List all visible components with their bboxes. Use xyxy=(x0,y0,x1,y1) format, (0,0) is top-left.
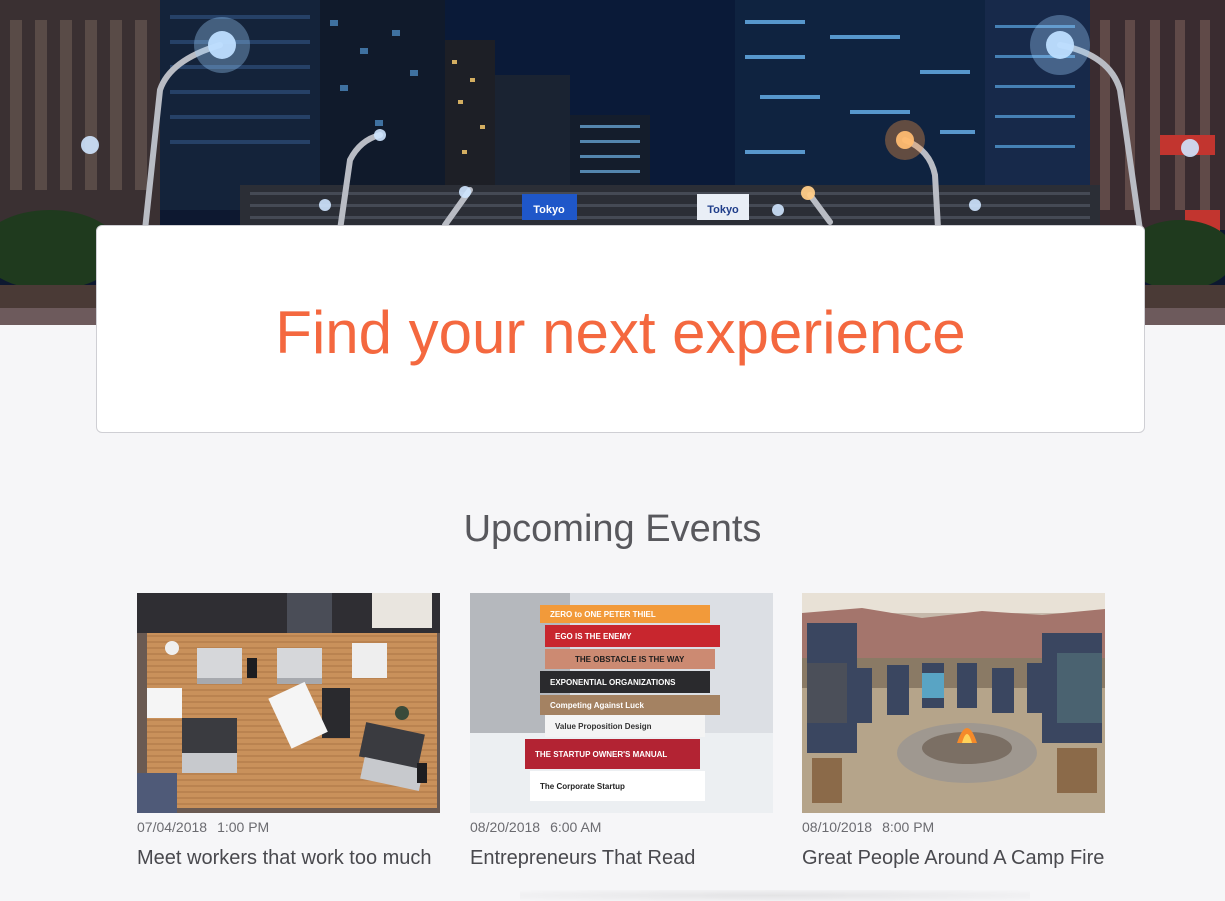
event-card[interactable]: 08/10/2018 8:00 PM Great People Around A … xyxy=(802,593,1105,870)
event-image-workers[interactable] xyxy=(137,593,440,813)
event-image-campfire[interactable] xyxy=(802,593,1105,813)
book-title: Value Proposition Design xyxy=(555,722,652,731)
event-title[interactable]: Entrepreneurs That Read xyxy=(470,846,773,870)
event-date: 07/04/2018 xyxy=(137,819,208,835)
event-date: 08/20/2018 xyxy=(470,819,541,835)
book-title: EGO IS THE ENEMY xyxy=(555,632,632,641)
event-time: 6:00 AM xyxy=(550,819,602,835)
events-grid: 07/04/2018 1:00 PM Meet workers that work… xyxy=(137,593,1105,901)
book-title: THE OBSTACLE IS THE WAY xyxy=(575,655,685,664)
event-title[interactable]: Meet workers that work too much xyxy=(137,846,440,870)
event-title[interactable]: Great People Around A Camp Fire xyxy=(802,846,1105,870)
event-datetime: 07/04/2018 1:00 PM xyxy=(137,819,440,836)
hero-headline: Find your next experience xyxy=(275,299,966,366)
event-card[interactable]: 07/04/2018 1:00 PM Meet workers that work… xyxy=(137,593,440,870)
event-datetime: 08/10/2018 8:00 PM xyxy=(802,819,1105,836)
bottom-shadow xyxy=(520,890,1030,901)
book-title: The Corporate Startup xyxy=(540,782,625,791)
event-time: 8:00 PM xyxy=(882,819,935,835)
upcoming-events-title: Upcoming Events xyxy=(463,508,762,550)
event-datetime: 08/20/2018 6:00 AM xyxy=(470,819,773,836)
book-title: EXPONENTIAL ORGANIZATIONS xyxy=(550,678,676,687)
event-image-books[interactable]: ZERO to ONE PETER THIEL EGO IS THE ENEMY… xyxy=(470,593,773,813)
event-time: 1:00 PM xyxy=(217,819,270,835)
event-date: 08/10/2018 xyxy=(802,819,873,835)
event-card[interactable]: ZERO to ONE PETER THIEL EGO IS THE ENEMY… xyxy=(470,593,773,870)
book-title: ZERO to ONE PETER THIEL xyxy=(550,610,656,619)
book-title: THE STARTUP OWNER'S MANUAL xyxy=(535,750,667,759)
tokyo-sign-left: Tokyo xyxy=(533,204,565,216)
search-card: Find your next experience xyxy=(96,225,1145,433)
tokyo-sign-right: Tokyo xyxy=(707,204,739,216)
book-title: Competing Against Luck xyxy=(550,701,644,710)
